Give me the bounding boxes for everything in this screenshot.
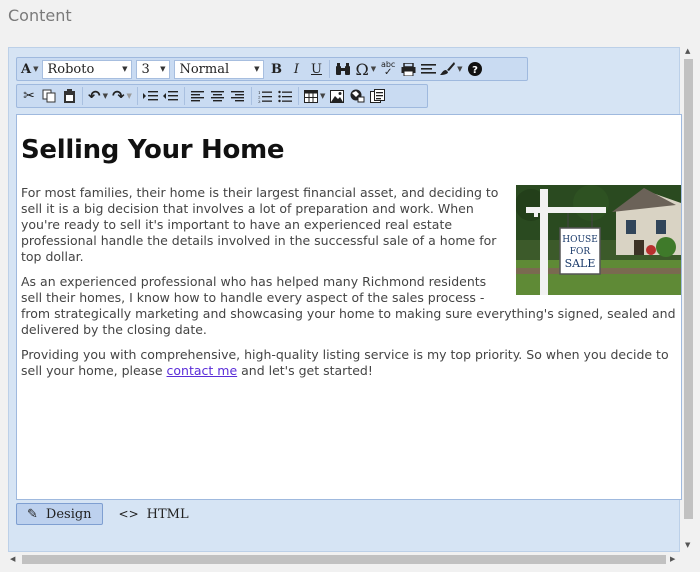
printer-icon	[401, 62, 416, 76]
globe-link-icon	[350, 89, 365, 103]
bold-button[interactable]: B	[266, 59, 286, 79]
table-icon	[303, 89, 318, 103]
underline-icon: U	[311, 61, 322, 77]
outdent-button[interactable]	[161, 86, 181, 106]
cut-button[interactable]: ✂	[19, 86, 39, 106]
symbol-button[interactable]: Ω ▼	[353, 59, 378, 79]
design-mode-label: Design	[45, 506, 92, 522]
scissors-icon: ✂	[23, 88, 35, 104]
insert-table-button[interactable]: ▼	[302, 86, 327, 106]
bulleted-list-button[interactable]	[275, 86, 295, 106]
help-icon: ?	[467, 62, 482, 76]
bold-icon: B	[270, 61, 282, 77]
code-icon: <>	[118, 507, 139, 521]
pencil-icon: ✎	[27, 506, 38, 522]
toolbar-separator	[250, 87, 252, 105]
image-icon	[330, 89, 345, 103]
editor-content-area[interactable]: Selling Your Home HOUSE FOR SALE For mos…	[16, 114, 682, 500]
paragraph-3-text-end: and let's get started!	[237, 363, 373, 378]
brush-icon	[440, 62, 456, 75]
house-for-sale-image: HOUSE FOR SALE	[516, 185, 681, 295]
scroll-thumb-horizontal[interactable]	[22, 555, 666, 564]
rich-text-editor: A ▼ Roboto ▼ 3 ▼ Normal ▼ B I U Ω ▼ abc ✓	[8, 47, 682, 552]
scroll-left-icon[interactable]: ◀	[10, 555, 15, 563]
paragraph-3: Providing you with comprehensive, high-q…	[21, 347, 681, 379]
binoculars-icon	[336, 63, 351, 75]
content-heading: Selling Your Home	[21, 135, 285, 165]
paragraph-lines-icon	[420, 64, 436, 74]
html-mode-label: HTML	[146, 506, 189, 522]
vertical-scrollbar[interactable]: ▲ ▼	[683, 47, 694, 552]
numbered-list-icon: 123	[258, 90, 272, 103]
font-size-value: 3	[141, 61, 150, 77]
font-name-value: Roboto	[47, 61, 95, 77]
omega-icon: Ω	[355, 59, 369, 79]
insert-link-button[interactable]	[347, 86, 367, 106]
chevron-down-icon: ▼	[122, 65, 128, 73]
align-center-button[interactable]	[208, 86, 228, 106]
insert-document-button[interactable]	[367, 86, 387, 106]
scroll-thumb[interactable]	[684, 59, 693, 519]
section-label: Content	[8, 6, 72, 25]
format-painter-button[interactable]: ▼	[438, 59, 464, 79]
contact-me-link[interactable]: contact me	[167, 363, 238, 378]
align-left-button[interactable]	[188, 86, 208, 106]
editor-mode-bar: ✎ Design <> HTML	[16, 503, 199, 525]
paste-icon	[63, 88, 75, 103]
html-mode-button[interactable]: <> HTML	[109, 503, 199, 525]
italic-icon: I	[293, 61, 300, 77]
toolbar-separator	[136, 87, 138, 105]
print-button[interactable]	[398, 59, 418, 79]
scroll-down-icon[interactable]: ▼	[685, 541, 690, 549]
insert-image-button[interactable]	[327, 86, 347, 106]
svg-text:HOUSE: HOUSE	[562, 235, 598, 245]
font-size-select[interactable]: 3 ▼	[136, 59, 171, 79]
font-color-button[interactable]: A ▼	[19, 59, 40, 79]
paste-button[interactable]	[59, 86, 79, 106]
align-right-icon	[231, 90, 245, 101]
scroll-up-icon[interactable]: ▲	[685, 47, 690, 55]
svg-text:SALE: SALE	[565, 257, 596, 270]
content-body: HOUSE FOR SALE For most families, their …	[21, 185, 681, 388]
outdent-icon	[163, 91, 179, 101]
svg-text:FOR: FOR	[570, 247, 591, 257]
font-color-icon: A	[21, 61, 32, 77]
indent-button[interactable]	[141, 86, 161, 106]
scroll-right-icon[interactable]: ▶	[670, 555, 675, 563]
undo-button[interactable]: ↶ ▼	[86, 86, 110, 106]
copy-button[interactable]	[39, 86, 59, 106]
help-button[interactable]: ?	[465, 59, 485, 79]
document-icon	[369, 89, 385, 103]
block-format-select[interactable]: Normal ▼	[174, 59, 265, 79]
redo-button[interactable]: ↷ ▼	[110, 86, 134, 106]
toolbar-separator	[329, 60, 331, 78]
toolbar-row-1: A ▼ Roboto ▼ 3 ▼ Normal ▼ B I U Ω ▼ abc ✓	[16, 57, 528, 81]
italic-button[interactable]: I	[286, 59, 306, 79]
svg-text:?: ?	[472, 65, 478, 76]
numbered-list-button[interactable]: 123	[255, 86, 275, 106]
toolbar-separator	[297, 87, 299, 105]
copy-icon	[42, 89, 56, 103]
paragraph-button[interactable]	[418, 59, 438, 79]
align-left-icon	[191, 90, 205, 101]
design-mode-button[interactable]: ✎ Design	[16, 503, 103, 525]
align-right-button[interactable]	[228, 86, 248, 106]
toolbar-separator	[183, 87, 185, 105]
undo-icon: ↶	[88, 87, 101, 105]
redo-icon: ↷	[111, 87, 125, 105]
horizontal-scrollbar[interactable]: ◀ ▶	[8, 554, 680, 565]
toolbar-row-2: ✂ ↶ ▼ ↷ ▼ 123 ▼	[16, 84, 428, 108]
underline-button[interactable]: U	[306, 59, 326, 79]
bulleted-list-icon	[278, 90, 292, 102]
chevron-down-icon: ▼	[254, 65, 260, 73]
align-center-icon	[211, 90, 225, 101]
find-button[interactable]	[333, 59, 353, 79]
indent-icon	[143, 91, 159, 101]
toolbar-separator	[82, 87, 83, 105]
block-format-value: Normal	[179, 61, 230, 77]
font-name-select[interactable]: Roboto ▼	[42, 59, 133, 79]
svg-text:3: 3	[258, 99, 261, 103]
chevron-down-icon: ▼	[160, 65, 166, 73]
spellcheck-button[interactable]: abc ✓	[378, 59, 398, 79]
